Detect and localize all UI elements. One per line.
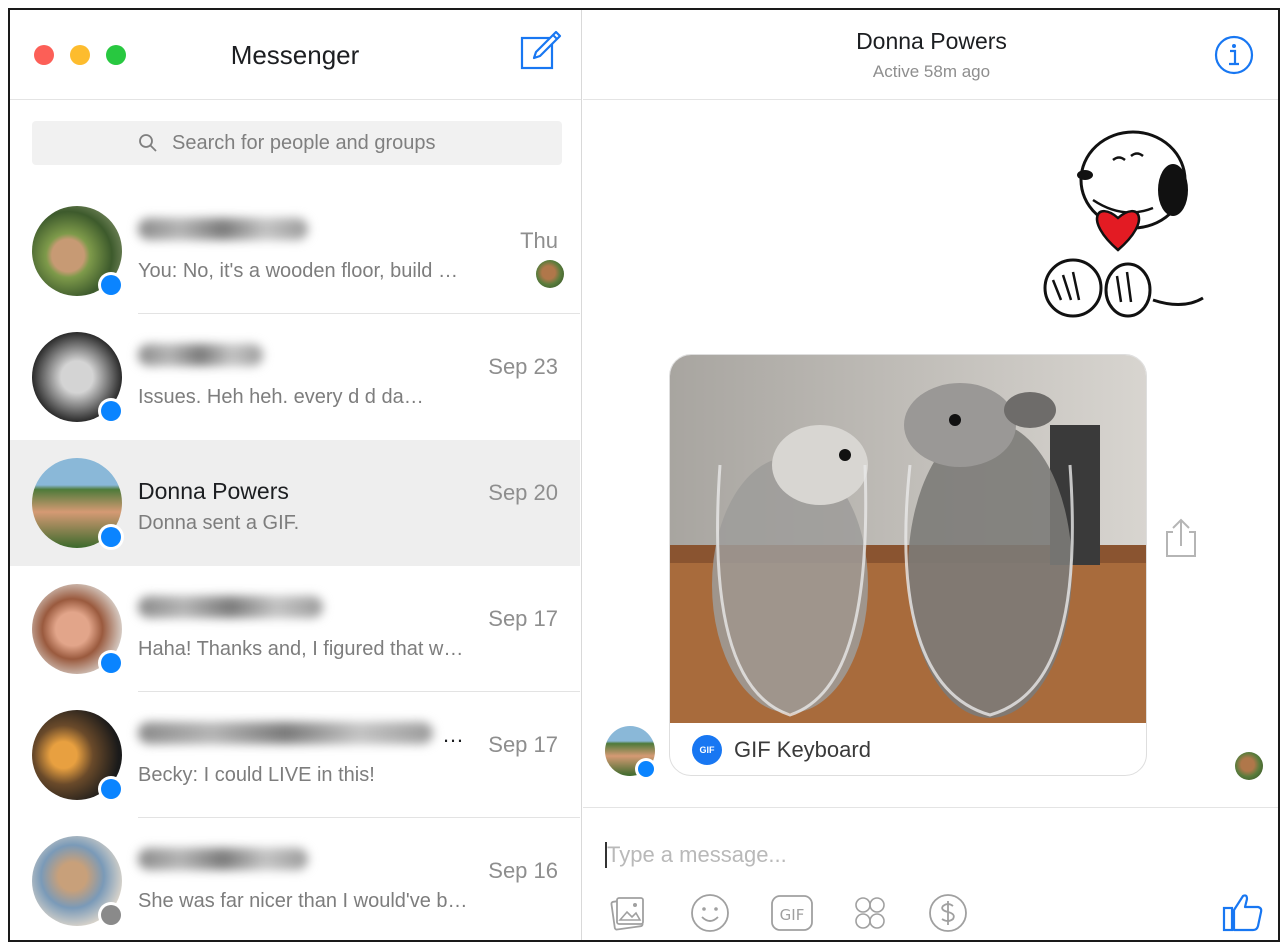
facebook-badge-icon [98,902,124,928]
conversation-list-pane: Messenger Search for people and groups T… [10,10,582,940]
messenger-badge-icon [98,650,124,676]
contact-name-blurred [138,848,308,870]
contact-name: Donna Powers [138,478,289,504]
app-title: Messenger [230,40,360,70]
message-preview: You: No, it's a wooden floor, build … [138,260,458,282]
chat-pane: Donna Powers Active 58m ago GIF GIF Keyb… [583,10,1278,940]
name-truncation: … [442,722,464,747]
zoom-window-button[interactable] [106,45,126,65]
message-composer: GIF [583,807,1278,940]
gif-source-footer[interactable]: GIF GIF Keyboard [670,723,1146,775]
message-preview: She was far nicer than I would've b… [138,890,468,912]
photo-icon[interactable] [605,890,651,936]
message-preview: Issues. Heh heh. every d d da… [138,386,424,408]
messenger-window: Messenger Search for people and groups T… [8,8,1280,942]
conversation-row[interactable]: Sep 17 Haha! Thanks and, I figured that … [10,566,580,692]
message-input[interactable] [607,838,1127,872]
close-window-button[interactable] [34,45,54,65]
messenger-badge-icon [98,776,124,802]
contact-name-blurred [138,596,323,618]
messenger-badge-icon [98,524,124,550]
messenger-badge-icon [98,272,124,298]
conversation-date: Sep 23 [488,354,558,379]
message-preview: Becky: I could LIVE in this! [138,764,375,786]
left-header: Messenger [10,10,581,100]
info-icon[interactable] [1213,34,1255,76]
conversation-row[interactable]: … Sep 17 Becky: I could LIVE in this! [10,692,580,818]
message-preview: Haha! Thanks and, I figured that w… [138,638,464,660]
chat-header: Donna Powers Active 58m ago [583,10,1278,100]
conversation-row[interactable]: Sep 23 Issues. Heh heh. every d d da… [10,314,580,440]
contact-name-blurred [138,722,433,744]
messenger-badge-icon [635,758,657,780]
gif-keyboard-logo-icon: GIF [692,735,722,765]
sticker-image[interactable] [1033,110,1213,320]
search-input[interactable]: Search for people and groups [172,132,436,155]
contact-name-blurred [138,344,263,366]
share-icon[interactable] [1163,516,1199,560]
gif-image[interactable] [670,355,1147,723]
gif-icon-label: GIF [780,906,805,924]
conversation-date: Thu [520,228,558,253]
seen-avatar [536,260,564,288]
messenger-badge-icon [98,398,124,424]
payment-icon[interactable] [925,890,971,936]
conversation-date: Sep 16 [488,858,558,883]
gif-icon[interactable]: GIF [769,890,815,936]
gif-source-label: GIF Keyboard [734,737,871,762]
like-thumb-icon[interactable] [1221,890,1265,934]
search-box[interactable]: Search for people and groups [32,121,562,165]
chat-contact-status: Active 58m ago [872,62,991,81]
search-icon [139,134,157,152]
emoji-icon[interactable] [687,890,733,936]
compose-icon[interactable] [518,28,564,74]
sticker-icon[interactable] [847,890,893,936]
message-preview: Donna sent a GIF. [138,512,300,534]
conversation-row[interactable]: Thu You: No, it's a wooden floor, build … [10,188,580,314]
conversation-row[interactable]: Sep 16 She was far nicer than I would've… [10,818,580,940]
minimize-window-button[interactable] [70,45,90,65]
gif-attachment-card[interactable]: GIF GIF Keyboard [669,354,1147,776]
conversation-date: Sep 17 [488,732,558,757]
conversation-date: Sep 17 [488,606,558,631]
conversation-date: Sep 20 [488,480,558,505]
conversation-row-active[interactable]: Donna Powers Sep 20 Donna sent a GIF. [10,440,580,566]
read-receipt-avatar [1235,752,1263,780]
chat-contact-name: Donna Powers [856,28,1007,54]
contact-name-blurred [138,218,308,240]
